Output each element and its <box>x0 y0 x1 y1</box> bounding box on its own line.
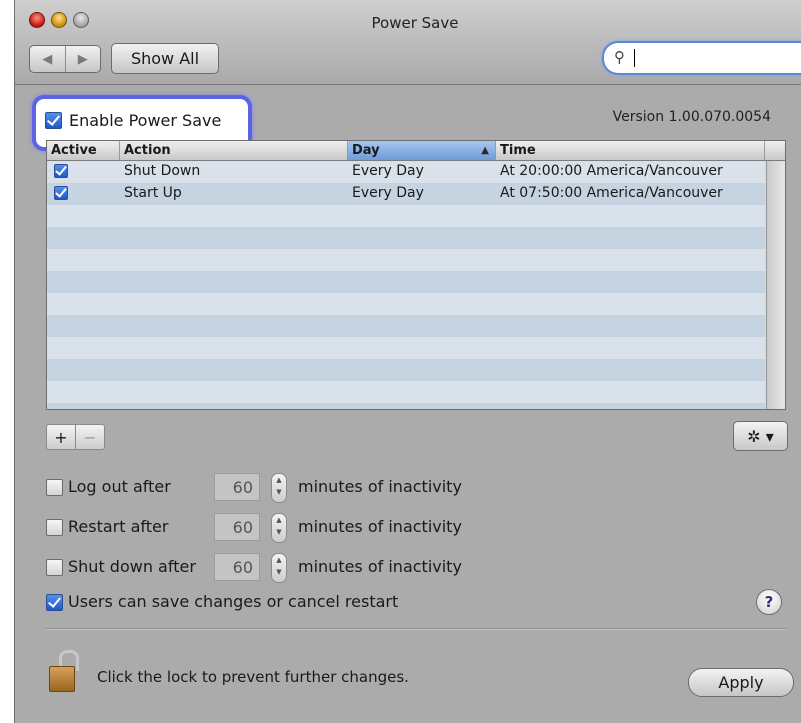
table-row-stripe <box>47 315 765 337</box>
gear-icon: ✲ ▾ <box>747 426 774 446</box>
back-button[interactable]: ◀ <box>30 46 65 72</box>
column-header-day-label: Day <box>352 143 380 158</box>
table-row-stripe <box>47 403 765 409</box>
table-vertical-scrollbar[interactable] <box>766 161 785 409</box>
lock-icon[interactable] <box>49 650 79 692</box>
divider <box>46 628 786 630</box>
table-row-stripe <box>47 293 765 315</box>
forward-button[interactable]: ▶ <box>64 46 101 72</box>
users-can-save-label[interactable]: Users can save changes or cancel restart <box>68 592 398 611</box>
users-can-save-checkbox[interactable] <box>46 594 63 611</box>
restart-minutes-field[interactable]: 60 <box>214 513 260 541</box>
column-header-day[interactable]: Day ▲ <box>348 141 496 160</box>
version-label: Version 1.00.070.0054 <box>612 109 771 125</box>
back-forward-control: ◀ ▶ <box>29 45 101 73</box>
row-day: Every Day <box>352 163 424 179</box>
title-bar: Power Save ◀ ▶ Show All ⚲ <box>15 0 801 85</box>
text-cursor <box>634 49 635 67</box>
restart-after-label[interactable]: Restart after <box>68 517 168 536</box>
shutdown-after-label[interactable]: Shut down after <box>68 557 196 576</box>
table-header: Active Action Day ▲ Time <box>47 141 785 161</box>
table-row-stripe <box>47 337 765 359</box>
shutdown-minutes-stepper[interactable]: ▲ ▼ <box>271 553 287 583</box>
logout-after-label[interactable]: Log out after <box>68 477 171 496</box>
table-row-stripe <box>47 205 765 227</box>
table-row[interactable]: Shut Down Every Day At 20:00:00 America/… <box>47 161 765 183</box>
remove-item-button[interactable]: − <box>75 425 104 449</box>
lock-message: Click the lock to prevent further change… <box>97 668 409 686</box>
shutdown-after-checkbox[interactable] <box>46 559 63 576</box>
search-icon: ⚲ <box>614 48 625 66</box>
table-row-stripe <box>47 271 765 293</box>
window-title: Power Save <box>371 14 459 32</box>
table-row-stripe <box>47 227 765 249</box>
row-time: At 07:50:00 America/Vancouver <box>500 185 723 201</box>
search-field[interactable]: ⚲ <box>602 41 801 75</box>
logout-minutes-field[interactable]: 60 <box>214 473 260 501</box>
schedule-table: Active Action Day ▲ Time Shut Down Every… <box>46 140 786 410</box>
table-row-stripe <box>47 381 765 403</box>
row-action: Start Up <box>124 185 182 201</box>
preferences-window: Power Save ◀ ▶ Show All ⚲ Enable Power S… <box>14 0 801 723</box>
add-remove-control: + − <box>46 424 105 450</box>
table-body: Shut Down Every Day At 20:00:00 America/… <box>47 161 765 409</box>
logout-minutes-stepper[interactable]: ▲ ▼ <box>271 473 287 503</box>
forward-arrow-icon: ▶ <box>77 51 88 67</box>
row-active-checkbox[interactable] <box>54 186 68 200</box>
back-arrow-icon: ◀ <box>42 51 53 67</box>
sort-ascending-icon: ▲ <box>481 145 489 156</box>
add-item-button[interactable]: + <box>47 425 75 449</box>
restart-after-checkbox[interactable] <box>46 519 63 536</box>
row-day: Every Day <box>352 185 424 201</box>
gear-menu-button[interactable]: ✲ ▾ <box>733 421 788 451</box>
row-action: Shut Down <box>124 163 201 179</box>
help-button[interactable]: ? <box>756 589 782 615</box>
enable-power-save-label[interactable]: Enable Power Save <box>69 111 221 130</box>
shutdown-minutes-field[interactable]: 60 <box>214 553 260 581</box>
restart-minutes-suffix: minutes of inactivity <box>298 517 462 536</box>
logout-after-checkbox[interactable] <box>46 479 63 496</box>
enable-power-save-checkbox[interactable] <box>45 112 62 129</box>
column-header-action[interactable]: Action <box>120 141 348 160</box>
table-row[interactable]: Start Up Every Day At 07:50:00 America/V… <box>47 183 765 205</box>
show-all-button[interactable]: Show All <box>111 43 219 74</box>
table-row-stripe <box>47 249 765 271</box>
lock-body <box>49 666 75 692</box>
shutdown-minutes-suffix: minutes of inactivity <box>298 557 462 576</box>
table-row-stripe <box>47 359 765 381</box>
column-header-active[interactable]: Active <box>47 141 120 160</box>
apply-button[interactable]: Apply <box>688 668 794 697</box>
row-active-checkbox[interactable] <box>54 164 68 178</box>
column-header-time[interactable]: Time <box>496 141 765 160</box>
row-time: At 20:00:00 America/Vancouver <box>500 163 723 179</box>
restart-minutes-stepper[interactable]: ▲ ▼ <box>271 513 287 543</box>
logout-minutes-suffix: minutes of inactivity <box>298 477 462 496</box>
